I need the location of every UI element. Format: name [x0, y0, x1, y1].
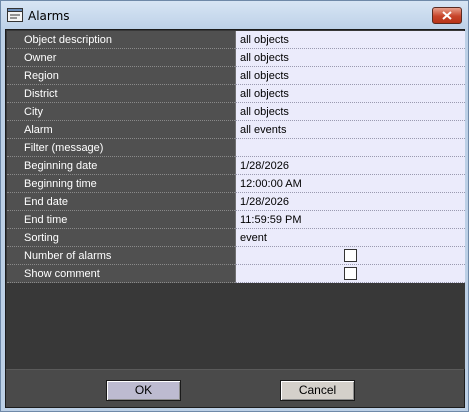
title-bar[interactable]: Alarms: [1, 1, 468, 29]
window-title: Alarms: [28, 9, 70, 23]
property-label: Filter (message): [7, 139, 235, 157]
number-of-alarms-checkbox[interactable]: [344, 249, 357, 262]
close-icon: [442, 11, 452, 20]
property-row-show-comment[interactable]: Show comment: [7, 265, 465, 283]
property-value[interactable]: 1/28/2026: [235, 157, 465, 175]
property-value[interactable]: all events: [235, 121, 465, 139]
property-label: End date: [7, 193, 235, 211]
button-bar: OK Cancel: [6, 369, 464, 407]
property-row-city[interactable]: City all objects: [7, 103, 465, 121]
property-row-beginning-time[interactable]: Beginning time 12:00:00 AM: [7, 175, 465, 193]
cancel-button[interactable]: Cancel: [280, 380, 355, 401]
property-row-alarm[interactable]: Alarm all events: [7, 121, 465, 139]
alarms-dialog: Alarms Object description all objects Ow…: [0, 0, 469, 412]
property-value[interactable]: all objects: [235, 31, 465, 49]
property-label: Sorting: [7, 229, 235, 247]
property-row-end-date[interactable]: End date 1/28/2026: [7, 193, 465, 211]
property-label: City: [7, 103, 235, 121]
show-comment-checkbox[interactable]: [344, 267, 357, 280]
property-row-beginning-date[interactable]: Beginning date 1/28/2026: [7, 157, 465, 175]
property-label: Beginning time: [7, 175, 235, 193]
property-label: Show comment: [7, 265, 235, 283]
close-button[interactable]: [432, 7, 462, 24]
property-row-region[interactable]: Region all objects: [7, 67, 465, 85]
property-label: Region: [7, 67, 235, 85]
property-label: Beginning date: [7, 157, 235, 175]
property-value[interactable]: 1/28/2026: [235, 193, 465, 211]
property-value[interactable]: all objects: [235, 67, 465, 85]
property-value-checkbox-cell: [235, 265, 465, 283]
property-label: Alarm: [7, 121, 235, 139]
grid-empty-area: [7, 283, 465, 369]
window-app-icon: [7, 8, 23, 22]
property-label: Number of alarms: [7, 247, 235, 265]
property-row-owner[interactable]: Owner all objects: [7, 49, 465, 67]
property-grid: Object description all objects Owner all…: [7, 31, 465, 283]
property-value[interactable]: all objects: [235, 103, 465, 121]
property-label: District: [7, 85, 235, 103]
property-row-end-time[interactable]: End time 11:59:59 PM: [7, 211, 465, 229]
property-row-filter-message[interactable]: Filter (message): [7, 139, 465, 157]
property-value[interactable]: all objects: [235, 49, 465, 67]
property-label: Object description: [7, 31, 235, 49]
property-value[interactable]: all objects: [235, 85, 465, 103]
property-value[interactable]: 12:00:00 AM: [235, 175, 465, 193]
property-row-district[interactable]: District all objects: [7, 85, 465, 103]
property-value[interactable]: [235, 139, 465, 157]
property-value[interactable]: 11:59:59 PM: [235, 211, 465, 229]
ok-button[interactable]: OK: [106, 380, 181, 401]
property-row-object-description[interactable]: Object description all objects: [7, 31, 465, 49]
property-value[interactable]: event: [235, 229, 465, 247]
property-row-sorting[interactable]: Sorting event: [7, 229, 465, 247]
property-value-checkbox-cell: [235, 247, 465, 265]
property-label: Owner: [7, 49, 235, 67]
property-label: End time: [7, 211, 235, 229]
property-row-number-of-alarms[interactable]: Number of alarms: [7, 247, 465, 265]
dialog-client-area: Object description all objects Owner all…: [5, 29, 465, 408]
